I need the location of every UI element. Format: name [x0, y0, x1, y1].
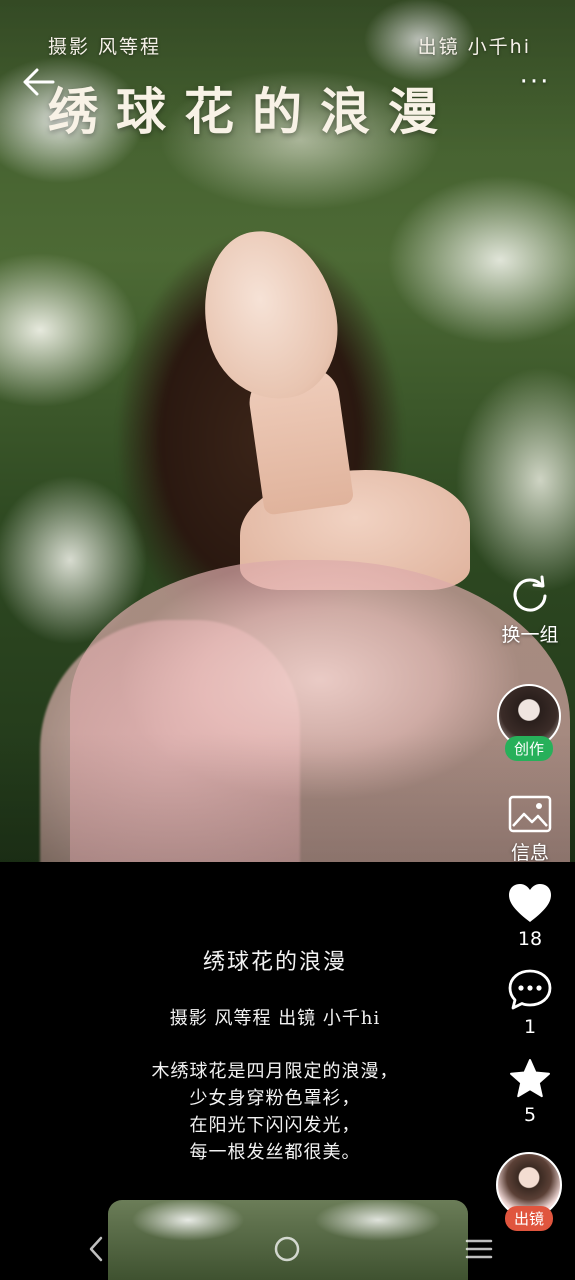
poem-line: 在阳光下闪闪发光，	[189, 1115, 361, 1136]
caption-credit: 摄影 风等程 出镜 小千hi	[169, 1008, 381, 1029]
favorite-count: 5	[523, 1104, 537, 1126]
nav-home-icon	[275, 1236, 300, 1262]
refresh-icon	[513, 575, 547, 612]
comment-count: 1	[523, 1016, 537, 1038]
nav-menu-button[interactable]	[449, 1224, 509, 1274]
nav-back-icon	[89, 1236, 103, 1262]
info-label: 信息	[510, 842, 549, 864]
create-badge: 创作	[504, 736, 553, 761]
heart-icon	[509, 884, 551, 922]
caption-title: 绣球花的浪漫	[202, 950, 347, 975]
info-button[interactable]: 信息	[495, 794, 565, 865]
nav-home-button[interactable]	[257, 1224, 317, 1274]
back-button[interactable]	[18, 62, 58, 102]
creator-avatar-button[interactable]: 创作	[494, 684, 564, 761]
comment-button[interactable]: 1	[495, 968, 565, 1038]
system-nav-bar	[0, 1218, 575, 1280]
more-icon: ···	[519, 67, 551, 97]
photographer-credit: 摄影 风等程	[48, 36, 162, 58]
star-icon	[510, 1059, 550, 1098]
model-credit: 出镜 小千hi	[417, 36, 531, 58]
poem-line: 每一根发丝都很美。	[189, 1142, 361, 1163]
poem-line: 少女身穿粉色罩衫，	[189, 1088, 361, 1109]
poem-line: 木绣球花是四月限定的浪漫，	[151, 1061, 399, 1082]
caption-poem: 木绣球花是四月限定的浪漫， 少女身穿粉色罩衫， 在阳光下闪闪发光， 每一根发丝都…	[90, 1058, 460, 1166]
swap-group-button[interactable]: 换一组	[495, 572, 565, 647]
like-button[interactable]: 18	[495, 882, 565, 950]
nav-menu-icon	[465, 1239, 493, 1259]
swap-group-label: 换一组	[501, 624, 559, 646]
nav-back-button[interactable]	[66, 1224, 126, 1274]
back-arrow-icon	[23, 68, 55, 96]
more-button[interactable]: ···	[513, 62, 557, 102]
favorite-button[interactable]: 5	[495, 1058, 565, 1126]
image-icon	[508, 795, 552, 833]
page-title: 绣球花的浪漫	[48, 82, 456, 141]
like-count: 18	[517, 928, 543, 950]
comment-icon	[508, 969, 552, 1010]
